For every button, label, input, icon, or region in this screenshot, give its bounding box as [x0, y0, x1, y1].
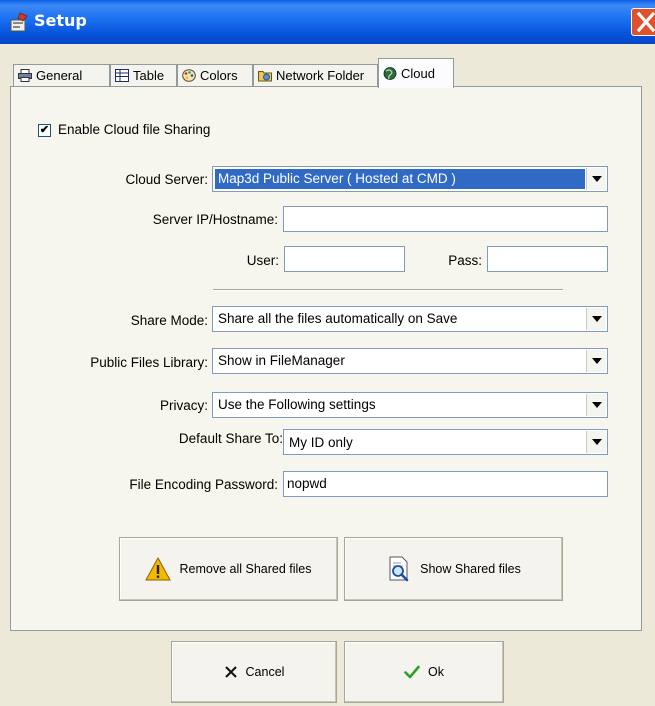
tab-network-folder[interactable]: Network Folder	[253, 64, 378, 86]
tab-cloud[interactable]: Cloud	[378, 58, 454, 88]
tab-label: Table	[133, 68, 165, 83]
tab-label: General	[36, 68, 83, 83]
cancel-button[interactable]: Cancel	[171, 641, 337, 703]
ok-button[interactable]: Ok	[344, 641, 504, 703]
cloud-server-select[interactable]: Map3d Public Server ( Hosted at CMD )	[212, 166, 608, 192]
share-mode-value: Share all the files automatically on Sav…	[218, 311, 458, 326]
close-button[interactable]	[631, 8, 655, 36]
user-label: User:	[246, 253, 279, 268]
public-files-library-label: Public Files Library:	[90, 355, 208, 370]
ok-label: Ok	[428, 665, 444, 679]
chevron-down-icon[interactable]	[586, 431, 606, 453]
server-ip-label: Server IP/Hostname:	[152, 212, 278, 227]
search-document-icon	[389, 556, 409, 582]
globe-icon	[383, 67, 397, 80]
enable-cloud-sharing-checkbox[interactable]: ✔	[38, 124, 51, 137]
server-ip-input[interactable]	[283, 206, 608, 232]
tab-general[interactable]: General	[13, 64, 110, 86]
pass-label: Pass:	[448, 253, 482, 268]
printer-icon	[18, 69, 32, 82]
title-bar: Setup	[0, 0, 655, 44]
warning-icon	[145, 557, 172, 581]
file-encoding-password-label: File Encoding Password:	[129, 477, 278, 492]
cloud-server-label: Cloud Server:	[125, 172, 208, 187]
close-icon	[636, 11, 655, 33]
cloud-server-value: Map3d Public Server ( Hosted at CMD )	[215, 169, 585, 189]
remove-all-shared-files-label: Remove all Shared files	[179, 562, 312, 576]
enable-cloud-sharing-label: Enable Cloud file Sharing	[58, 122, 211, 137]
chevron-down-icon[interactable]	[586, 394, 606, 416]
checkmark-icon	[404, 665, 420, 679]
user-input[interactable]	[284, 246, 405, 272]
share-mode-select[interactable]: Share all the files automatically on Sav…	[212, 306, 608, 332]
setup-dialog: Setup General Table Colors Network Folde…	[0, 0, 655, 706]
share-mode-label: Share Mode:	[130, 313, 208, 328]
default-share-to-label: Default Share To:	[178, 431, 283, 446]
tab-table[interactable]: Table	[110, 64, 177, 86]
palette-icon	[182, 69, 196, 82]
public-files-library-value: Show in FileManager	[218, 353, 345, 368]
privacy-label: Privacy:	[159, 398, 208, 413]
privacy-value: Use the Following settings	[218, 397, 376, 412]
remove-all-shared-files-button[interactable]: Remove all Shared files	[119, 537, 338, 601]
show-shared-files-label: Show Shared files	[420, 562, 521, 576]
file-encoding-password-input[interactable]: nopwd	[283, 471, 608, 497]
default-share-to-select[interactable]: My ID only	[283, 429, 608, 455]
window-title: Setup	[34, 11, 87, 30]
default-share-to-value: My ID only	[289, 435, 353, 450]
tab-label: Network Folder	[276, 68, 365, 83]
show-shared-files-button[interactable]: Show Shared files	[344, 537, 563, 601]
close-icon	[224, 666, 237, 678]
network-folder-icon	[258, 71, 272, 82]
divider	[213, 289, 563, 291]
public-files-library-select[interactable]: Show in FileManager	[212, 348, 608, 374]
table-icon	[115, 69, 129, 82]
cancel-label: Cancel	[245, 665, 285, 679]
chevron-down-icon[interactable]	[586, 168, 606, 190]
setup-icon	[10, 12, 28, 32]
tab-colors[interactable]: Colors	[177, 64, 253, 86]
chevron-down-icon[interactable]	[586, 350, 606, 372]
pass-input[interactable]	[487, 246, 608, 272]
chevron-down-icon[interactable]	[586, 308, 606, 330]
privacy-select[interactable]: Use the Following settings	[212, 392, 608, 418]
tab-label: Cloud	[401, 66, 435, 81]
tab-label: Colors	[200, 68, 238, 83]
